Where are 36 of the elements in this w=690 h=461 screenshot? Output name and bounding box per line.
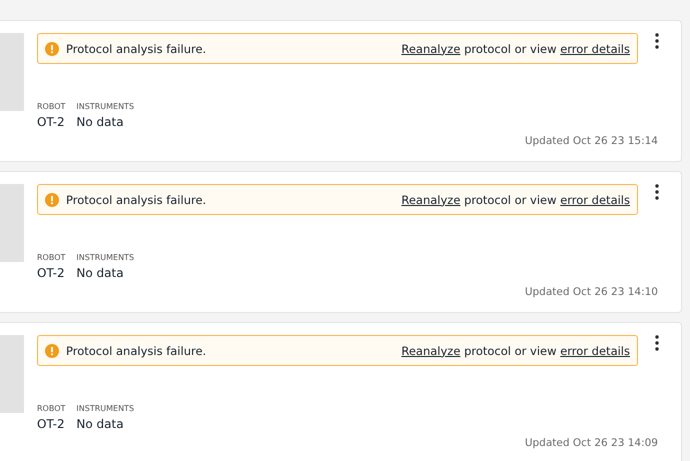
instruments-label: INSTRUMENTS — [76, 102, 134, 111]
error-action-text: Reanalyze protocol or view error details — [401, 192, 630, 206]
robot-label: ROBOT — [37, 102, 66, 111]
instruments-label: INSTRUMENTS — [76, 253, 134, 262]
error-action-text: Reanalyze protocol or view error details — [401, 42, 630, 56]
reanalyze-link[interactable]: Reanalyze — [401, 42, 460, 56]
updated-timestamp: Updated Oct 26 23 14:10 — [524, 286, 658, 298]
more-options-icon[interactable] — [655, 33, 659, 49]
error-message: Protocol analysis failure. — [66, 42, 208, 56]
robot-value: OT-2 — [37, 266, 66, 280]
warning-icon — [45, 344, 59, 358]
error-details-link[interactable]: error details — [560, 192, 630, 206]
robot-value: OT-2 — [37, 115, 66, 129]
updated-timestamp: Updated Oct 26 23 15:14 — [524, 135, 658, 147]
instruments-value: No data — [76, 266, 125, 280]
protocol-card[interactable]: Protocol analysis failure. Reanalyze protocol or view error details ROBOT INSTRUMENTS OT-2 No data Updated Oct 26 23 15:14 — [0, 20, 682, 162]
protocol-card[interactable]: Protocol analysis failure. Reanalyze protocol or view error details ROBOT INSTRUMENTS OT-2 No data Updated Oct 26 23 14:10 — [0, 171, 682, 313]
error-details-link[interactable]: error details — [560, 344, 630, 358]
instruments-label: INSTRUMENTS — [76, 404, 134, 413]
error-action-text: Reanalyze protocol or view error details — [401, 344, 630, 358]
error-details-link[interactable]: error details — [560, 42, 630, 56]
instruments-value: No data — [76, 417, 125, 431]
more-options-icon[interactable] — [655, 335, 659, 351]
updated-timestamp: Updated Oct 26 23 14:09 — [524, 437, 658, 449]
robot-label: ROBOT — [37, 404, 66, 413]
error-message: Protocol analysis failure. — [66, 192, 208, 206]
error-message: Protocol analysis failure. — [66, 344, 208, 358]
reanalyze-link[interactable]: Reanalyze — [401, 192, 460, 206]
robot-value: OT-2 — [37, 417, 66, 431]
robot-label: ROBOT — [37, 253, 66, 262]
warning-icon — [45, 42, 59, 56]
protocol-card[interactable]: Protocol analysis failure. Reanalyze protocol or view error details ROBOT INSTRUMENTS OT-2 No data Updated Oct 26 23 14:09 — [0, 322, 682, 461]
instruments-value: No data — [76, 115, 125, 129]
reanalyze-link[interactable]: Reanalyze — [401, 344, 460, 358]
warning-icon — [45, 192, 59, 206]
more-options-icon[interactable] — [655, 184, 659, 200]
